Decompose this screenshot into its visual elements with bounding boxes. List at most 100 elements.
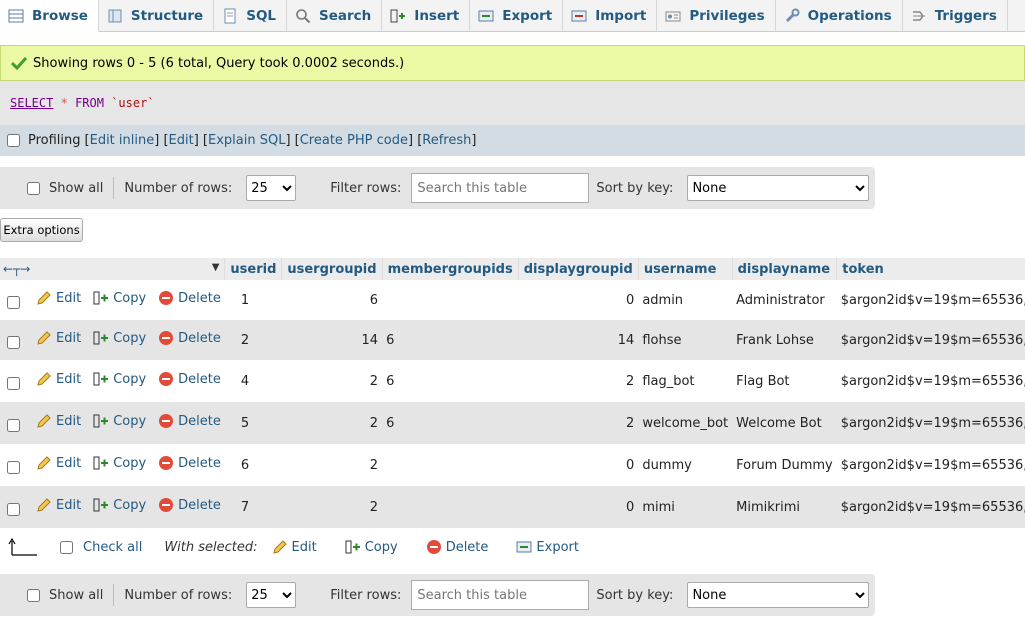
column-resize-arrows[interactable]: ←┬→ xyxy=(3,262,30,276)
cell-displaygroupid[interactable]: 2 xyxy=(518,360,639,402)
sort-caret-icon[interactable]: ▼ xyxy=(212,262,220,273)
tab-sql[interactable]: SQL xyxy=(214,0,288,31)
bulk-export-button[interactable]: Export xyxy=(516,539,579,555)
cell-username[interactable]: welcome_bot xyxy=(638,402,733,444)
tab-structure[interactable]: Structure xyxy=(99,0,215,31)
cell-token[interactable]: $argon2id$v=19$m=65536,t=4,p=1$OH xyxy=(836,320,1025,360)
row-checkbox[interactable] xyxy=(7,336,20,349)
tab-insert[interactable]: Insert xyxy=(382,0,471,31)
filter-rows-input[interactable] xyxy=(411,173,590,203)
row-delete-button[interactable]: Delete xyxy=(158,497,221,513)
edit-link[interactable]: Edit xyxy=(169,133,194,148)
tab-browse[interactable]: Browse xyxy=(0,0,99,32)
sort-by-key-select[interactable]: None xyxy=(687,582,870,608)
cell-membergroupids[interactable] xyxy=(382,486,519,528)
tab-export[interactable]: Export xyxy=(470,0,564,31)
cell-usergroupid[interactable]: 2 xyxy=(281,444,383,486)
check-all-label[interactable]: Check all xyxy=(83,540,142,555)
row-edit-button[interactable]: Edit xyxy=(36,330,81,346)
explain-sql-link[interactable]: Explain SQL xyxy=(208,133,285,148)
tab-search[interactable]: Search xyxy=(287,0,383,31)
row-checkbox[interactable] xyxy=(7,419,20,432)
column-header-usergroupid[interactable]: usergroupid xyxy=(281,258,383,280)
row-edit-button[interactable]: Edit xyxy=(36,455,81,471)
number-of-rows-select[interactable]: 25 xyxy=(246,582,297,608)
row-edit-button[interactable]: Edit xyxy=(36,290,81,306)
cell-displaygroupid[interactable]: 14 xyxy=(518,320,639,360)
row-copy-button[interactable]: Copy xyxy=(93,455,146,471)
sql-keyword-select[interactable]: SELECT xyxy=(10,96,53,110)
bulk-edit-button[interactable]: Edit xyxy=(272,539,317,555)
bulk-copy-button[interactable]: Copy xyxy=(345,539,398,555)
row-delete-button[interactable]: Delete xyxy=(158,330,221,346)
number-of-rows-select[interactable]: 25 xyxy=(246,175,297,201)
profiling-checkbox[interactable] xyxy=(7,134,20,147)
cell-userid[interactable]: 4 xyxy=(224,360,282,402)
cell-token[interactable]: $argon2id$v=19$m=65536,t=4,p=1$RV xyxy=(836,486,1025,528)
row-copy-button[interactable]: Copy xyxy=(93,330,146,346)
cell-userid[interactable]: 1 xyxy=(224,280,282,320)
row-checkbox[interactable] xyxy=(7,377,20,390)
cell-displayname[interactable]: Welcome Bot xyxy=(732,402,837,444)
cell-displaygroupid[interactable]: 0 xyxy=(518,280,639,320)
cell-token[interactable]: $argon2id$v=19$m=65536,t=4,p=1$TF xyxy=(836,360,1025,402)
cell-username[interactable]: flohse xyxy=(638,320,733,360)
cell-membergroupids[interactable]: 6 xyxy=(382,402,519,444)
column-header-displaygroupid[interactable]: displaygroupid xyxy=(518,258,639,280)
sort-by-key-select[interactable]: None xyxy=(687,175,870,201)
cell-token[interactable]: $argon2id$v=19$m=65536,t=4,p=1$ZH xyxy=(836,280,1025,320)
column-header-username[interactable]: username xyxy=(638,258,733,280)
cell-displayname[interactable]: Frank Lohse xyxy=(732,320,837,360)
row-delete-button[interactable]: Delete xyxy=(158,371,221,387)
edit-inline-link[interactable]: Edit inline xyxy=(90,133,155,148)
cell-username[interactable]: dummy xyxy=(638,444,733,486)
row-copy-button[interactable]: Copy xyxy=(93,497,146,513)
cell-username[interactable]: mimi xyxy=(638,486,733,528)
cell-userid[interactable]: 6 xyxy=(224,444,282,486)
cell-usergroupid[interactable]: 2 xyxy=(281,486,383,528)
row-copy-button[interactable]: Copy xyxy=(93,290,146,306)
cell-membergroupids[interactable]: 6 xyxy=(382,360,519,402)
cell-displayname[interactable]: Mimikrimi xyxy=(732,486,837,528)
check-all-checkbox[interactable] xyxy=(60,540,73,554)
bulk-delete-button[interactable]: Delete xyxy=(426,539,488,555)
filter-rows-input[interactable] xyxy=(411,580,590,610)
column-header-membergroupids[interactable]: membergroupids xyxy=(382,258,519,280)
row-delete-button[interactable]: Delete xyxy=(158,455,221,471)
row-delete-button[interactable]: Delete xyxy=(158,413,221,429)
cell-token[interactable]: $argon2id$v=19$m=65536,t=4,p=1$Q2 xyxy=(836,402,1025,444)
cell-displayname[interactable]: Forum Dummy xyxy=(732,444,837,486)
cell-membergroupids[interactable]: 6 xyxy=(382,320,519,360)
extra-options-button[interactable]: Extra options xyxy=(0,218,83,242)
row-edit-button[interactable]: Edit xyxy=(36,371,81,387)
tab-privileges[interactable]: Privileges xyxy=(657,0,776,31)
cell-usergroupid[interactable]: 2 xyxy=(281,402,383,444)
column-header-userid[interactable]: userid xyxy=(224,258,283,280)
tab-import[interactable]: Import xyxy=(563,0,658,31)
row-edit-button[interactable]: Edit xyxy=(36,413,81,429)
tab-triggers[interactable]: Triggers xyxy=(903,0,1008,31)
row-copy-button[interactable]: Copy xyxy=(93,413,146,429)
show-all-checkbox[interactable] xyxy=(27,181,40,195)
cell-displaygroupid[interactable]: 0 xyxy=(518,444,639,486)
show-all-checkbox[interactable] xyxy=(27,588,40,602)
cell-membergroupids[interactable] xyxy=(382,444,519,486)
cell-displayname[interactable]: Administrator xyxy=(732,280,837,320)
cell-usergroupid[interactable]: 6 xyxy=(281,280,383,320)
cell-token[interactable]: $argon2id$v=19$m=65536,t=4,p=1$OU xyxy=(836,444,1025,486)
row-checkbox[interactable] xyxy=(7,503,20,516)
cell-username[interactable]: admin xyxy=(638,280,733,320)
refresh-link[interactable]: Refresh xyxy=(422,133,471,148)
row-checkbox[interactable] xyxy=(7,461,20,474)
row-checkbox[interactable] xyxy=(7,296,20,309)
cell-displaygroupid[interactable]: 0 xyxy=(518,486,639,528)
column-header-displayname[interactable]: displayname xyxy=(732,258,838,280)
row-delete-button[interactable]: Delete xyxy=(158,290,221,306)
cell-userid[interactable]: 2 xyxy=(224,320,282,360)
cell-membergroupids[interactable] xyxy=(382,280,519,320)
column-header-token[interactable]: token xyxy=(836,258,1025,280)
create-php-code-link[interactable]: Create PHP code xyxy=(300,133,408,148)
row-copy-button[interactable]: Copy xyxy=(93,371,146,387)
cell-userid[interactable]: 5 xyxy=(224,402,282,444)
cell-userid[interactable]: 7 xyxy=(224,486,282,528)
